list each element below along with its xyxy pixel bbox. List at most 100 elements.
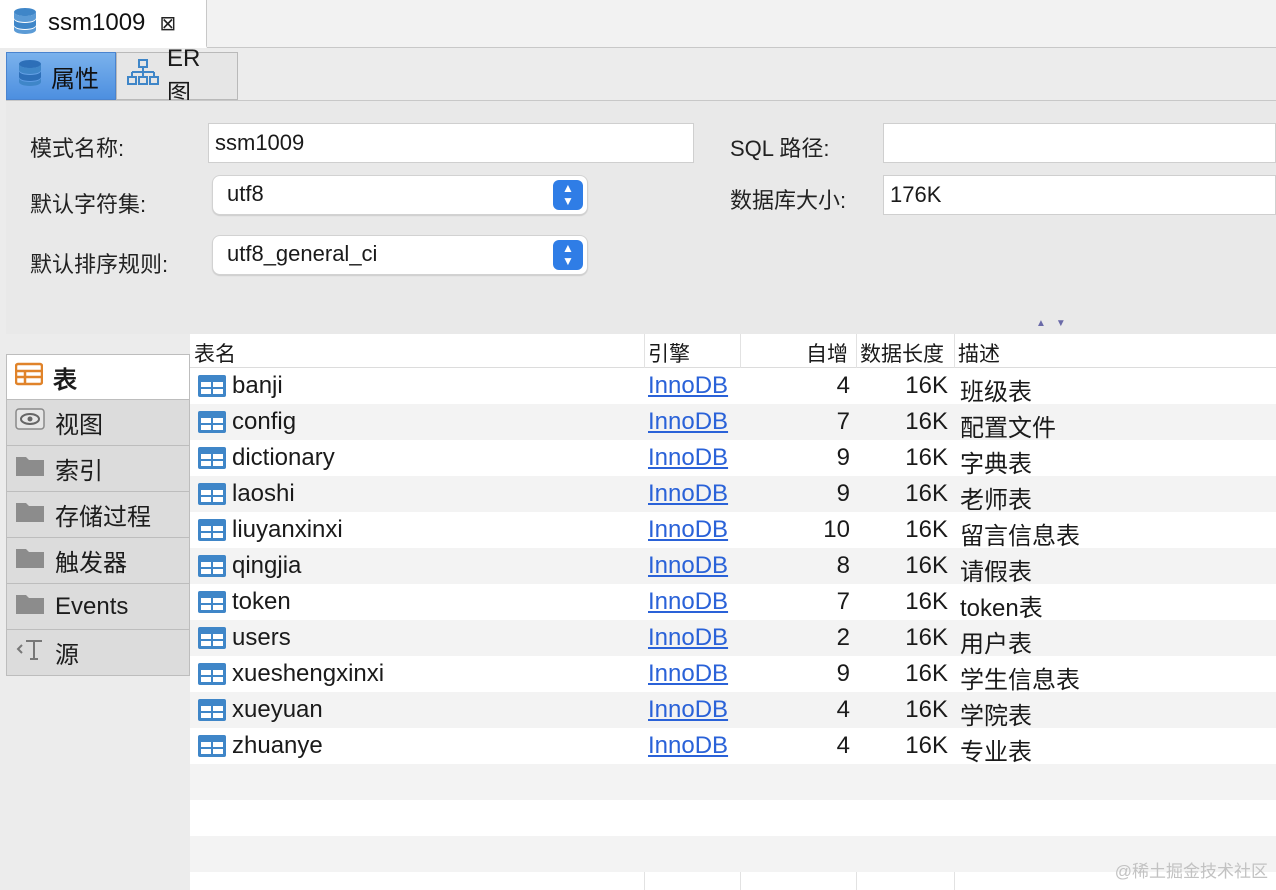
table-icon [198, 663, 226, 692]
table-icon [198, 627, 226, 656]
schema-properties-panel: 模式名称: ssm1009 默认字符集: utf8 ▲ ▼ 默认排序规则: utf… [6, 100, 1276, 334]
object-category-list: 表 视图 索引 存储过程 触发器 Events 源 [6, 354, 190, 676]
column-header-engine[interactable]: 引擎 [648, 338, 690, 368]
table-data-length: 16K [905, 516, 948, 543]
table-icon [198, 375, 226, 404]
table-comment: 用户表 [960, 631, 1032, 658]
table-comment: 学生信息表 [960, 667, 1080, 694]
watermark: @稀土掘金技术社区 [1114, 862, 1268, 881]
table-data-length: 16K [905, 588, 948, 615]
table-comment: 老师表 [960, 487, 1032, 514]
category-procedures[interactable]: 存储过程 [6, 492, 190, 538]
eye-icon [15, 408, 45, 437]
table-name: xueshengxinxi [232, 660, 385, 687]
table-auto-increment: 2 [836, 624, 850, 651]
db-size-label: 数据库大小: [730, 188, 847, 213]
table-data-length: 16K [905, 696, 948, 723]
table-name: dictionary [232, 444, 335, 471]
table-comment: 班级表 [960, 379, 1032, 406]
er-diagram-icon [127, 58, 159, 95]
table-data-length: 16K [905, 372, 948, 399]
table-row[interactable]: zhuanye InnoDB 4 16K 专业表 [190, 728, 1276, 766]
table-row[interactable]: laoshi InnoDB 9 16K 老师表 [190, 476, 1276, 514]
collation-label: 默认排序规则: [30, 252, 169, 277]
column-header-name[interactable]: 表名 [194, 338, 236, 368]
table-engine-link[interactable]: InnoDB [648, 480, 728, 508]
category-triggers[interactable]: 触发器 [6, 538, 190, 584]
editor-tab-ssm1009[interactable]: ssm1009 ⊠ [0, 0, 207, 48]
table-auto-increment: 4 [836, 696, 850, 723]
category-source[interactable]: 源 [6, 630, 190, 676]
table-name: qingjia [232, 552, 302, 579]
schema-name-field[interactable]: ssm1009 [208, 123, 694, 163]
table-comment: 字典表 [960, 451, 1032, 478]
table-data-length: 16K [905, 624, 948, 651]
table-engine-link[interactable]: InnoDB [648, 444, 728, 472]
table-engine-link[interactable]: InnoDB [648, 696, 728, 724]
column-header-data-length[interactable]: 数据长度 [860, 338, 944, 368]
table-row[interactable]: liuyanxinxi InnoDB 10 16K 留言信息表 [190, 512, 1276, 550]
category-views[interactable]: 视图 [6, 400, 190, 446]
table-auto-increment: 4 [836, 732, 850, 759]
category-label: 源 [55, 642, 79, 669]
table-name: config [232, 408, 297, 435]
table-engine-link[interactable]: InnoDB [648, 372, 728, 400]
folder-icon [15, 591, 45, 622]
category-label: 视图 [55, 412, 103, 439]
table-icon [198, 483, 226, 512]
editor-tab-bar: ssm1009 ⊠ [0, 0, 1276, 48]
category-events[interactable]: Events [6, 584, 190, 630]
folder-icon [15, 545, 45, 576]
table-auto-increment: 4 [836, 372, 850, 399]
table-row[interactable]: qingjia InnoDB 8 16K 请假表 [190, 548, 1276, 586]
grid-header: 表名 引擎 自增 数据长度 描述 [190, 334, 1276, 368]
table-auto-increment: 7 [836, 408, 850, 435]
tab-properties[interactable]: 属性 [6, 52, 116, 100]
table-auto-increment: 7 [836, 588, 850, 615]
category-tables[interactable]: 表 [6, 354, 190, 400]
table-auto-increment: 9 [836, 444, 850, 471]
table-row[interactable]: xueshengxinxi InnoDB 9 16K 学生信息表 [190, 656, 1276, 694]
database-icon [12, 7, 38, 40]
table-row[interactable]: users InnoDB 2 16K 用户表 [190, 620, 1276, 658]
tables-grid: 表名 引擎 自增 数据长度 描述 banji InnoDB 4 16K 班级表 … [190, 334, 1276, 890]
table-auto-increment: 10 [823, 516, 850, 543]
table-engine-link[interactable]: InnoDB [648, 588, 728, 616]
table-engine-link[interactable]: InnoDB [648, 624, 728, 652]
table-engine-link[interactable]: InnoDB [648, 732, 728, 760]
table-row[interactable]: token InnoDB 7 16K token表 [190, 584, 1276, 622]
folder-icon [15, 453, 45, 484]
table-icon [198, 447, 226, 476]
table-comment: 请假表 [960, 559, 1032, 586]
column-header-comment[interactable]: 描述 [958, 338, 1000, 368]
table-engine-link[interactable]: InnoDB [648, 660, 728, 688]
table-row[interactable]: banji InnoDB 4 16K 班级表 [190, 368, 1276, 406]
table-data-length: 16K [905, 552, 948, 579]
charset-select[interactable]: utf8 ▲ ▼ [212, 175, 588, 215]
charset-select-value: utf8 [227, 181, 264, 206]
table-engine-link[interactable]: InnoDB [648, 408, 728, 436]
collation-select[interactable]: utf8_general_ci ▲ ▼ [212, 235, 588, 275]
table-name: laoshi [232, 480, 295, 507]
table-name: liuyanxinxi [232, 516, 343, 543]
table-data-length: 16K [905, 408, 948, 435]
tab-er-diagram-label: ER 图 [167, 44, 201, 107]
category-indexes[interactable]: 索引 [6, 446, 190, 492]
tab-er-diagram[interactable]: ER 图 [116, 45, 238, 107]
panel-splitter-handle[interactable]: ▲▼ [1036, 318, 1076, 329]
sql-path-field[interactable] [883, 123, 1276, 163]
column-header-auto-increment[interactable]: 自增 [806, 338, 848, 368]
collation-select-value: utf8_general_ci [227, 241, 378, 266]
table-row[interactable]: dictionary InnoDB 9 16K 字典表 [190, 440, 1276, 478]
table-icon [198, 519, 226, 548]
table-name: zhuanye [232, 732, 323, 759]
table-row[interactable]: config InnoDB 7 16K 配置文件 [190, 404, 1276, 442]
table-row[interactable]: xueyuan InnoDB 4 16K 学院表 [190, 692, 1276, 730]
category-label: 触发器 [55, 550, 127, 577]
table-comment: 留言信息表 [960, 523, 1080, 550]
table-engine-link[interactable]: InnoDB [648, 516, 728, 544]
table-engine-link[interactable]: InnoDB [648, 552, 728, 580]
close-tab-icon[interactable]: ⊠ [159, 11, 176, 36]
table-icon [198, 735, 226, 764]
category-label: Events [55, 592, 129, 620]
